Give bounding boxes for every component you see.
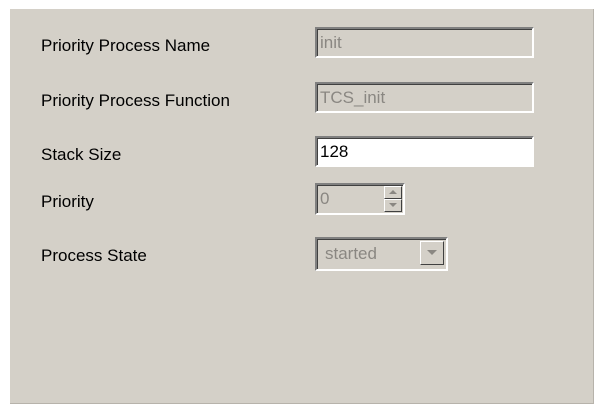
spin-up-arrow-icon bbox=[389, 190, 397, 194]
process-name-label: Priority Process Name bbox=[41, 36, 211, 55]
dropdown-button[interactable] bbox=[420, 241, 444, 265]
spin-down-button[interactable] bbox=[384, 199, 402, 212]
stack-size-label: Stack Size bbox=[41, 145, 122, 164]
priority-value: 0 bbox=[320, 189, 330, 208]
spin-up-button[interactable] bbox=[384, 186, 402, 199]
priority-spinner[interactable]: 0 bbox=[315, 183, 405, 215]
process-function-label: Priority Process Function bbox=[41, 91, 230, 110]
process-name-field[interactable]: init bbox=[315, 27, 534, 58]
process-state-value: started bbox=[325, 244, 377, 263]
process-properties-panel: Priority Process Name init Priority Proc… bbox=[10, 9, 594, 404]
process-state-label: Process State bbox=[41, 246, 147, 265]
chevron-down-icon bbox=[427, 250, 437, 255]
stack-size-input[interactable]: 128 bbox=[315, 136, 534, 167]
priority-label: Priority bbox=[41, 192, 94, 211]
process-state-dropdown[interactable]: started bbox=[315, 237, 448, 271]
process-function-field[interactable]: TCS_init bbox=[315, 82, 534, 113]
spin-down-arrow-icon bbox=[389, 203, 397, 207]
